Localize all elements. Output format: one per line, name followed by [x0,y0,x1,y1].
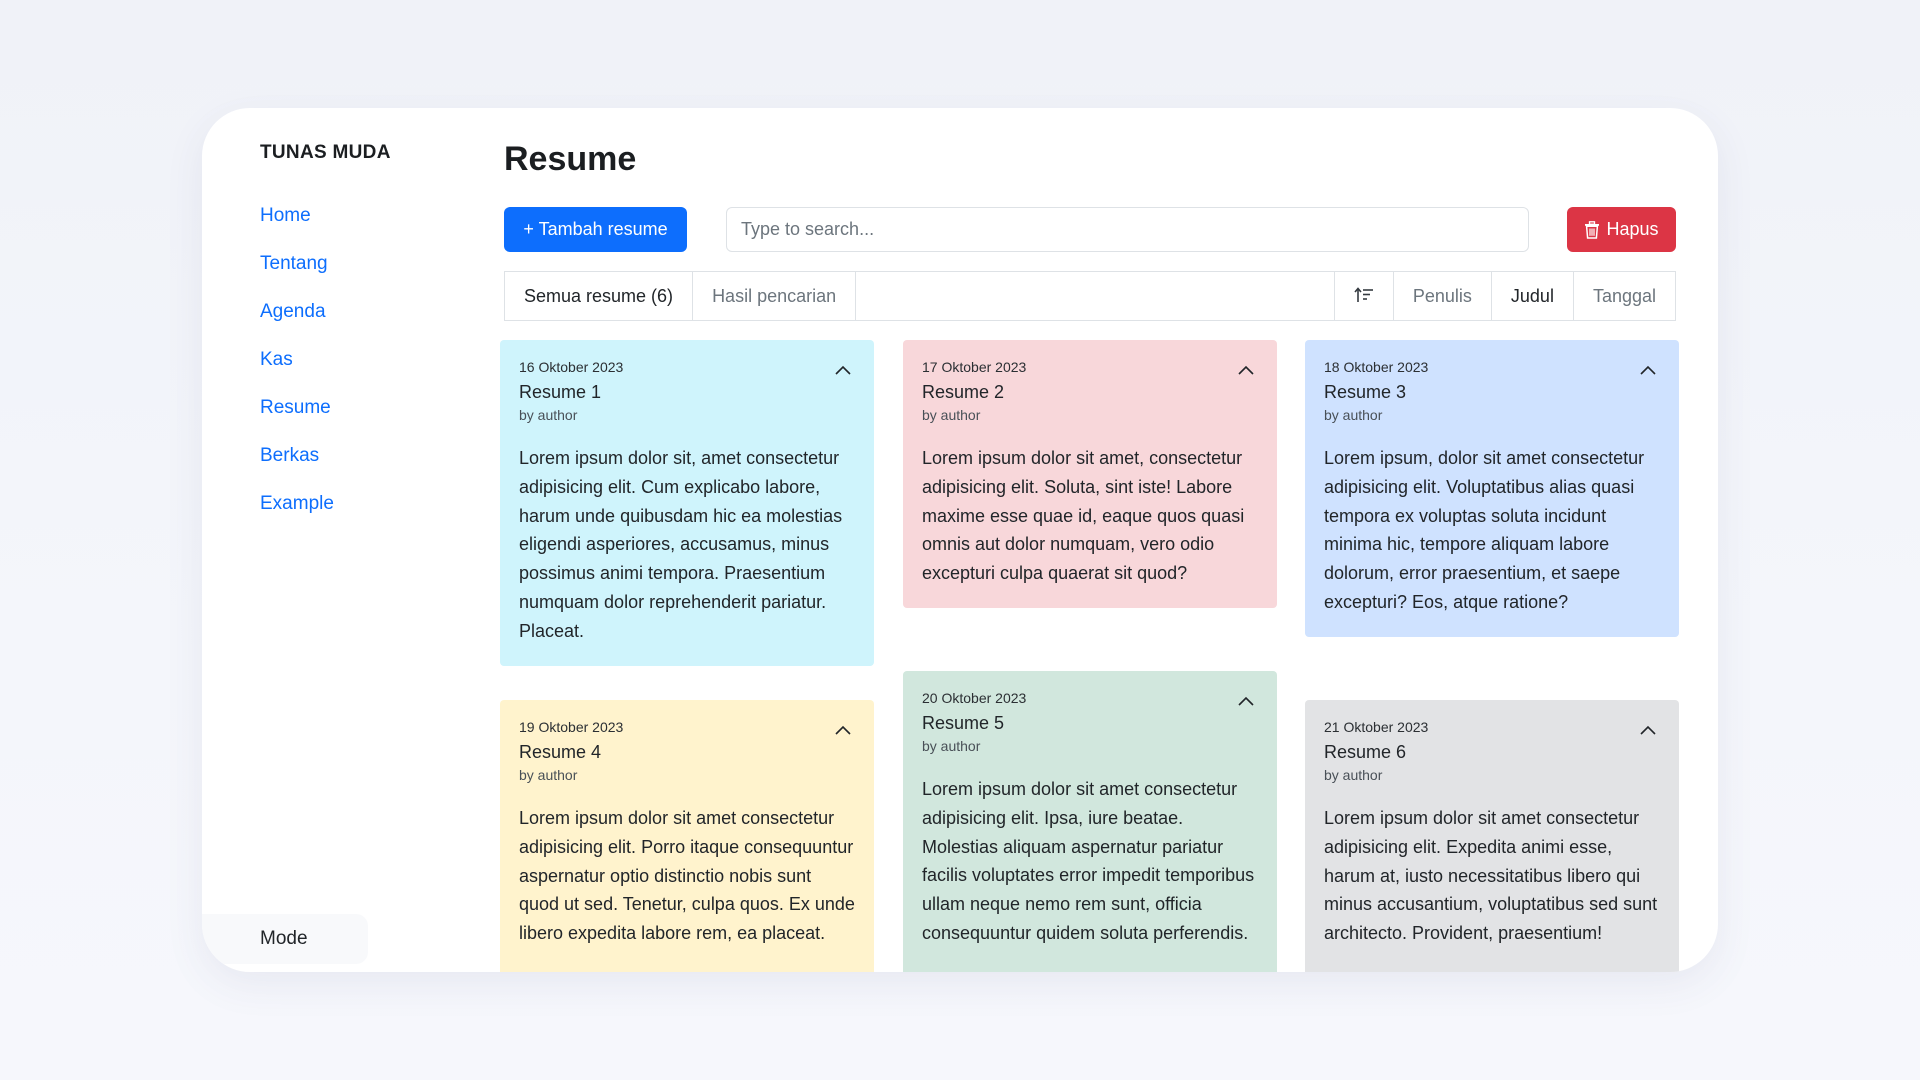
card-date: 20 Oktober 2023 [922,690,1027,706]
card-title: Resume 4 [519,742,602,762]
nav-link-example[interactable]: Example [260,492,334,516]
card-author: by author [519,407,578,423]
card-date: 16 Oktober 2023 [519,359,624,375]
page-title: Resume [504,140,637,178]
card-body: Lorem ipsum dolor sit amet consectetur a… [922,779,1255,943]
resume-card[interactable]: 17 Oktober 2023 Resume 2 by author Lorem… [903,340,1277,608]
card-title: Resume 5 [922,713,1005,733]
card-title: Resume 1 [519,382,602,402]
mode-button[interactable]: Mode [202,914,368,964]
card-date: 19 Oktober 2023 [519,719,624,735]
card-author: by author [1324,407,1383,423]
card-author: by author [922,407,981,423]
resume-card[interactable]: 21 Oktober 2023 Resume 6 by author Lorem… [1305,700,1679,972]
resume-card[interactable]: 19 Oktober 2023 Resume 4 by author Lorem… [500,700,874,972]
brand-title: TUNAS MUDA [260,142,391,163]
card-body: Lorem ipsum dolor sit amet, consectetur … [922,448,1245,584]
nav-link-berkas[interactable]: Berkas [260,444,319,468]
delete-button[interactable]: Hapus [1567,207,1676,252]
chevron-up-icon[interactable] [1639,724,1657,736]
app-window: TUNAS MUDA Home Tentang Agenda Kas Resum… [202,108,1718,972]
chevron-up-icon[interactable] [834,724,852,736]
sidebar-item-home: Home [260,204,334,252]
nav-link-resume[interactable]: Resume [260,396,331,420]
nav-link-home[interactable]: Home [260,204,311,228]
resume-card[interactable]: 16 Oktober 2023 Resume 1 by author Lorem… [500,340,874,666]
chevron-up-icon[interactable] [1237,364,1255,376]
card-date: 17 Oktober 2023 [922,359,1027,375]
card-title: Resume 6 [1324,742,1407,762]
sort-option-tanggal[interactable]: Tanggal [1574,272,1675,320]
main-content: Resume + Tambah resume Hapus Semua resum… [500,108,1718,972]
sort-option-penulis[interactable]: Penulis [1394,272,1492,320]
card-author: by author [922,738,981,754]
search-input[interactable] [726,207,1529,252]
sort-icon [1354,287,1373,302]
chevron-up-icon[interactable] [1237,695,1255,707]
resume-card[interactable]: 18 Oktober 2023 Resume 3 by author Lorem… [1305,340,1679,637]
sidebar-item-berkas: Berkas [260,444,334,492]
card-body: Lorem ipsum dolor sit, amet consectetur … [519,448,843,641]
sort-option-judul[interactable]: Judul [1492,272,1574,320]
card-author: by author [519,767,578,783]
sidebar-item-tentang: Tentang [260,252,334,300]
resume-card[interactable]: 20 Oktober 2023 Resume 5 by author Lorem… [903,671,1277,972]
chevron-up-icon[interactable] [1639,364,1657,376]
sidebar-item-resume: Resume [260,396,334,444]
delete-button-label: Hapus [1606,219,1659,239]
sidebar-nav: Home Tentang Agenda Kas Resume Berkas Ex… [260,204,334,540]
card-date: 18 Oktober 2023 [1324,359,1429,375]
filter-bar: Semua resume (6) Hasil pencarian Penulis… [504,271,1676,321]
tab-all-resume[interactable]: Semua resume (6) [505,272,694,320]
card-body: Lorem ipsum dolor sit amet consectetur a… [1324,808,1658,944]
nav-link-tentang[interactable]: Tentang [260,252,328,276]
nav-link-kas[interactable]: Kas [260,348,293,372]
card-body: Lorem ipsum dolor sit amet consectetur a… [519,808,855,944]
sidebar: TUNAS MUDA Home Tentang Agenda Kas Resum… [202,108,472,972]
tab-search-results[interactable]: Hasil pencarian [693,272,857,320]
card-title: Resume 3 [1324,382,1407,402]
chevron-up-icon[interactable] [834,364,852,376]
sidebar-item-kas: Kas [260,348,334,396]
card-title: Resume 2 [922,382,1005,402]
filter-spacer [856,272,1335,320]
add-resume-button[interactable]: + Tambah resume [504,207,687,252]
trash-icon [1585,220,1600,239]
nav-link-agenda[interactable]: Agenda [260,300,326,324]
card-date: 21 Oktober 2023 [1324,719,1429,735]
sidebar-item-example: Example [260,492,334,540]
card-body: Lorem ipsum, dolor sit amet consectetur … [1324,448,1645,612]
card-author: by author [1324,767,1383,783]
sort-direction-button[interactable] [1335,272,1394,320]
sidebar-item-agenda: Agenda [260,300,334,348]
